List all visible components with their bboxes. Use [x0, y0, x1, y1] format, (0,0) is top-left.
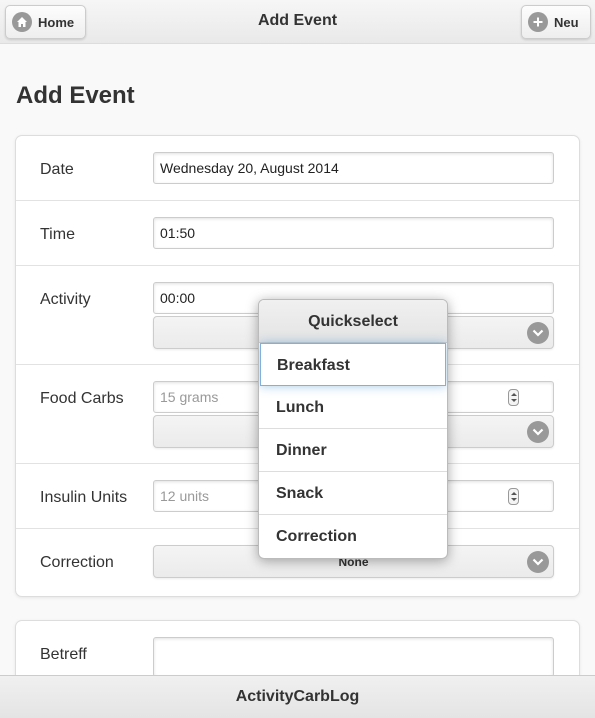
- new-button-label: Neu: [554, 14, 579, 30]
- quickselect-item-correction[interactable]: Correction: [259, 515, 447, 558]
- quickselect-popup: Quickselect Breakfast Lunch Dinner Snack…: [258, 299, 448, 559]
- page-title: Add Event: [16, 82, 135, 109]
- date-row: Date Wednesday 20, August 2014: [16, 136, 579, 201]
- footer-title: ActivityCarbLog: [235, 688, 360, 705]
- number-stepper[interactable]: [508, 488, 519, 505]
- insulin-units-placeholder: 12 units: [160, 488, 210, 504]
- new-button[interactable]: Neu: [521, 5, 591, 39]
- quickselect-item-breakfast[interactable]: Breakfast: [260, 343, 446, 386]
- time-field[interactable]: 01:50: [153, 217, 554, 249]
- footer-bar: ActivityCarbLog: [0, 675, 595, 718]
- time-row: Time 01:50: [16, 201, 579, 266]
- header-bar: Home Add Event Neu: [0, 0, 595, 44]
- date-field[interactable]: Wednesday 20, August 2014: [153, 152, 554, 184]
- header-title: Add Event: [257, 12, 338, 29]
- quickselect-item-dinner[interactable]: Dinner: [259, 429, 447, 472]
- quickselect-title: Quickselect: [259, 300, 447, 343]
- chevron-down-icon: [527, 322, 549, 344]
- betreff-field[interactable]: [153, 637, 554, 677]
- plus-circle-icon: [528, 12, 548, 32]
- chevron-down-icon: [527, 421, 549, 443]
- quickselect-item-snack[interactable]: Snack: [259, 472, 447, 515]
- food-carbs-placeholder: 15 grams: [160, 389, 219, 405]
- insulin-units-label: Insulin Units: [40, 489, 128, 506]
- number-stepper[interactable]: [508, 389, 519, 406]
- activity-label: Activity: [40, 291, 91, 308]
- chevron-down-icon: [527, 551, 549, 573]
- betreff-label: Betreff: [40, 646, 87, 663]
- food-carbs-label: Food Carbs: [40, 390, 124, 407]
- date-label: Date: [40, 161, 74, 178]
- time-label: Time: [40, 226, 75, 243]
- quickselect-item-lunch[interactable]: Lunch: [259, 386, 447, 429]
- correction-label: Correction: [40, 554, 114, 571]
